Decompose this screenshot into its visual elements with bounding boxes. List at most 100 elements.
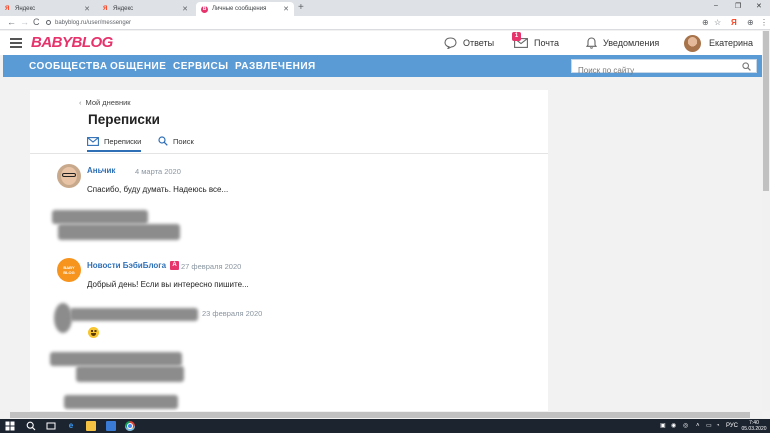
show-hidden-icons-icon[interactable]: ˄ [696, 421, 700, 431]
close-tab-icon[interactable]: ✕ [283, 5, 289, 13]
page-title: Переписки [88, 112, 160, 127]
browser-tab-title: Яндекс [15, 6, 36, 12]
file-explorer-icon[interactable] [86, 421, 96, 431]
tray-app-icon[interactable]: ◉ [671, 421, 676, 431]
avatar[interactable]: BABY BLOG [57, 258, 81, 282]
bell-icon [586, 37, 597, 49]
minimize-window-icon[interactable]: – [714, 2, 718, 9]
answers-link[interactable]: Ответы [444, 36, 494, 50]
language-indicator[interactable]: РУС [726, 421, 738, 431]
mail-link[interactable]: 1 Почта [512, 32, 559, 50]
message-preview[interactable]: Добрый день! Если вы интересно пишите... [87, 280, 249, 290]
mail-label: Почта [534, 38, 559, 48]
message-author-name: Новости БэбиБлога [87, 261, 167, 270]
clock-date: 05.03.2020 [741, 426, 767, 432]
url-field[interactable]: babyblog.ru/user/messenger [46, 18, 131, 28]
search-icon [158, 136, 168, 146]
message-author[interactable]: Аньчик [87, 166, 115, 176]
reload-icon[interactable]: C [33, 17, 40, 28]
browser-tab-title: Яндекс [113, 6, 134, 12]
page-vertical-scrollbar[interactable] [762, 31, 770, 411]
redacted-message [70, 308, 198, 321]
forward-arrow-icon[interactable]: → [20, 17, 29, 28]
message-date: 27 февраля 2020 [181, 262, 242, 271]
search-icon[interactable] [26, 421, 36, 431]
user-menu[interactable]: Екатерина [684, 34, 753, 52]
lock-icon [46, 19, 51, 25]
back-to-diary-link[interactable]: ‹ Мой дневник [79, 98, 131, 108]
speech-bubble-icon [444, 37, 457, 49]
admin-badge: A [170, 261, 180, 270]
site-search-input[interactable] [572, 64, 732, 77]
store-icon[interactable] [106, 421, 116, 431]
restore-window-icon[interactable]: ❐ [735, 2, 741, 10]
main-nav-bar: СООБЩЕСТВА ОБЩЕНИЕ СЕРВИСЫ РАЗВЛЕЧЕНИЯ [3, 55, 767, 77]
avatar[interactable] [57, 164, 81, 188]
messenger-card: ‹ Мой дневник Переписки Переписки Поиск А… [30, 90, 548, 412]
battery-icon[interactable]: ▭ [706, 421, 712, 431]
mail-count-badge: 1 [512, 32, 521, 41]
message-date: 4 марта 2020 [135, 167, 181, 176]
smiley-emoji-icon [88, 327, 99, 338]
scrollbar-thumb[interactable] [763, 31, 769, 191]
site-search [571, 59, 757, 77]
nav-item-communication[interactable]: ОБЩЕНИЕ [110, 61, 166, 72]
tab-conversations-label: Переписки [104, 136, 142, 146]
browser-tab-active[interactable]: B Личные сообщения ✕ [196, 2, 294, 16]
redacted-message [50, 352, 182, 366]
new-tab-button[interactable]: + [298, 3, 304, 13]
tab-search[interactable]: Поиск [158, 134, 194, 148]
back-link-label: Мой дневник [85, 98, 131, 107]
redacted-message [76, 366, 184, 382]
redacted-message [64, 395, 178, 409]
tab-search-label: Поиск [173, 136, 194, 146]
babyblog-favicon-icon: B [201, 5, 208, 13]
redacted-message [52, 210, 148, 224]
zoom-icon[interactable]: ⊕ [702, 17, 709, 28]
close-window-icon[interactable]: ✕ [756, 2, 762, 10]
taskbar-clock[interactable]: 7:40 05.03.2020 [740, 420, 768, 432]
site-header: BABYBLOG Ответы 1 Почта Уведомления Екат… [0, 31, 770, 55]
search-icon[interactable] [742, 62, 751, 71]
browser-tab-title: Личные сообщения [212, 6, 267, 12]
nav-item-services[interactable]: СЕРВИСЫ [173, 61, 228, 72]
url-text: babyblog.ru/user/messenger [55, 20, 132, 26]
edge-browser-icon[interactable]: e [66, 421, 76, 431]
tab-conversations[interactable]: Переписки [87, 134, 142, 152]
message-preview[interactable]: Спасибо, буду думать. Надеюсь все... [87, 185, 228, 195]
babyblog-logo[interactable]: BABYBLOG [31, 34, 113, 52]
network-icon[interactable]: ◔ [716, 421, 720, 431]
user-name: Екатерина [709, 38, 753, 48]
task-view-icon[interactable] [46, 421, 56, 431]
browser-address-bar: ← → C babyblog.ru/user/messenger ⊕ ☆ Я ⊕… [0, 16, 770, 30]
bookmark-star-icon[interactable]: ☆ [714, 17, 721, 28]
account-icon[interactable]: ⊕ [747, 17, 754, 28]
nav-item-communities[interactable]: СООБЩЕСТВА [29, 61, 108, 72]
message-author[interactable]: Новости БэбиБлога A [87, 261, 180, 271]
chrome-taskbar-icon[interactable] [125, 421, 135, 431]
scrollbar-thumb[interactable] [10, 412, 750, 418]
page-horizontal-scrollbar[interactable] [0, 411, 762, 419]
back-arrow-icon[interactable]: ← [7, 17, 16, 28]
notifications-link[interactable]: Уведомления [586, 36, 659, 50]
tabs-divider [30, 153, 548, 154]
user-avatar [684, 34, 701, 52]
answers-label: Ответы [463, 38, 495, 48]
hamburger-menu-icon[interactable] [10, 38, 22, 48]
chevron-left-icon: ‹ [79, 98, 82, 107]
browser-menu-icon[interactable]: ⋮ [760, 17, 768, 28]
close-tab-icon[interactable]: ✕ [84, 5, 90, 13]
browser-tab[interactable]: Я Яндекс ✕ [98, 2, 193, 16]
tray-app-icon[interactable]: ◎ [683, 421, 688, 431]
notifications-label: Уведомления [603, 38, 660, 48]
windows-start-icon[interactable] [5, 421, 15, 431]
envelope-icon [87, 136, 99, 146]
close-tab-icon[interactable]: ✕ [182, 5, 188, 13]
tray-app-icon[interactable]: ▣ [660, 421, 666, 431]
yandex-extension-icon[interactable]: Я [731, 17, 737, 28]
nav-item-entertainment[interactable]: РАЗВЛЕЧЕНИЯ [235, 61, 316, 72]
redacted-message [58, 224, 180, 240]
yandex-favicon-icon: Я [103, 6, 108, 12]
browser-tab-strip: Я Яндекс ✕ Я Яндекс ✕ B Личные сообщения… [0, 0, 770, 16]
browser-tab[interactable]: Я Яндекс ✕ [0, 2, 95, 16]
